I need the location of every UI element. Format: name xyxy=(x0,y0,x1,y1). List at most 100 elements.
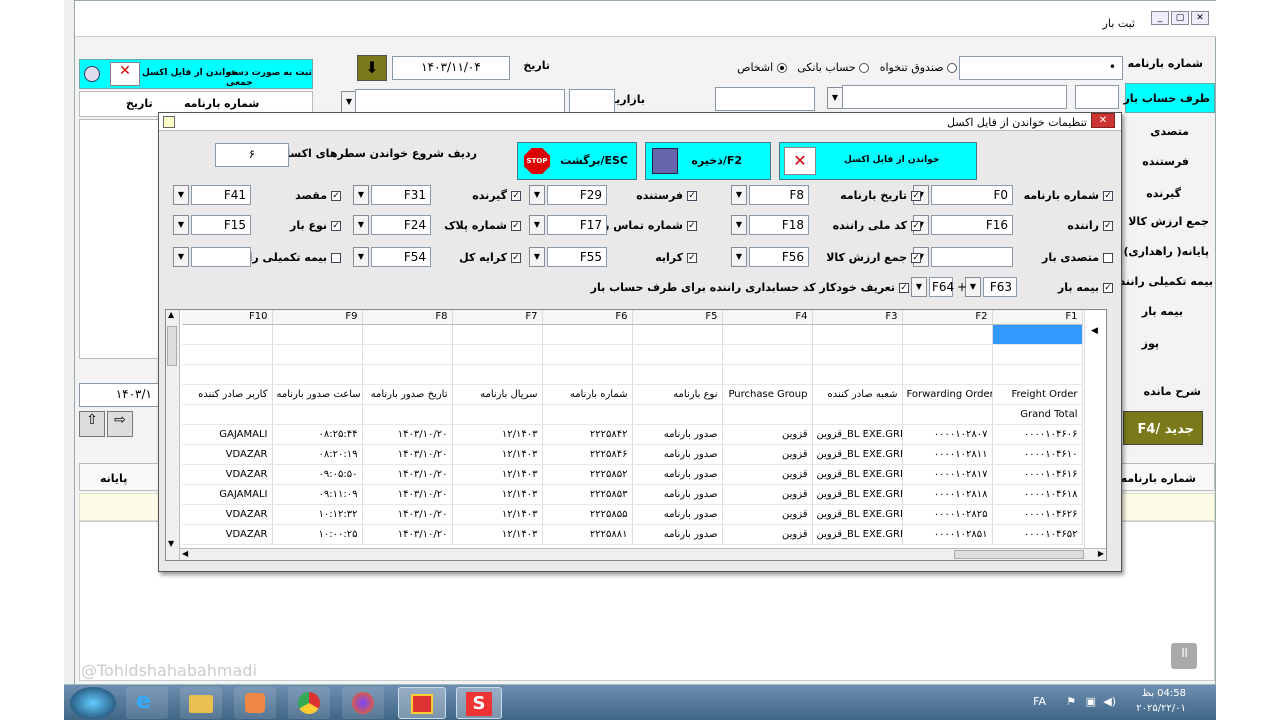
table-row[interactable] xyxy=(182,324,1083,345)
grid-cell[interactable] xyxy=(632,324,723,345)
field-column-select[interactable]: ▼ F18 xyxy=(731,215,809,235)
grid-cell[interactable]: قزوین_BL EXE.GRP xyxy=(812,484,903,505)
field-checkbox[interactable]: ✓ xyxy=(1103,220,1113,231)
language-indicator[interactable]: FA xyxy=(1033,695,1046,708)
read-excel-button[interactable]: ✕ خواندن از فایل اکسل xyxy=(779,142,977,180)
up-arrow-icon[interactable]: ⇧ xyxy=(79,411,105,437)
field-checkbox[interactable]: ✓ xyxy=(511,252,521,263)
chevron-down-icon[interactable]: ▼ xyxy=(173,215,189,235)
grid-cell[interactable] xyxy=(902,364,993,385)
grid-cell[interactable]: نوع بارنامه xyxy=(632,384,723,405)
grid-cell[interactable]: ۱۴۰۳/۱۰/۲۰ xyxy=(362,484,453,505)
chevron-down-icon[interactable]: ▼ xyxy=(353,185,369,205)
field-column-select[interactable]: ▼ F55 xyxy=(529,247,607,267)
grid-cell[interactable]: ۲۲۲۵۸۵۳ xyxy=(542,484,633,505)
start-row-input[interactable]: ۶ xyxy=(215,143,289,167)
grid-column-header[interactable]: F2 xyxy=(902,310,993,325)
firefox-icon[interactable] xyxy=(342,687,384,719)
chevron-down-icon[interactable]: ▼ xyxy=(731,185,747,205)
grid-cell[interactable] xyxy=(182,364,273,385)
grid-cell[interactable]: صدور بارنامه xyxy=(632,444,723,465)
grid-cell[interactable]: ۲۲۲۵۸۵۵ xyxy=(542,504,633,525)
date-input[interactable]: ۱۴۰۳/۱۱/۰۴ xyxy=(392,56,510,80)
new-button[interactable]: جدید /F4 xyxy=(1123,411,1203,445)
chevron-down-icon[interactable]: ▼ xyxy=(529,185,545,205)
grid-cell[interactable]: VDAZAR xyxy=(182,504,273,525)
grid-cell[interactable]: ساعت صدور بارنامه xyxy=(272,384,363,405)
field-checkbox[interactable]: ✓ xyxy=(687,190,697,201)
grid-cell[interactable] xyxy=(722,364,813,385)
chevron-down-icon[interactable]: ▼ xyxy=(731,247,747,267)
horizontal-scrollbar[interactable]: ◀ ▶ xyxy=(180,548,1106,560)
screen-recorder-icon[interactable]: S xyxy=(456,687,502,719)
grid-cell[interactable]: ۱۲/۱۴۰۳ xyxy=(452,484,543,505)
grid-cell[interactable] xyxy=(362,404,453,425)
field-checkbox[interactable] xyxy=(331,252,341,263)
grid-cell[interactable]: قزوین xyxy=(722,444,813,465)
account-side-code[interactable] xyxy=(1075,85,1119,109)
table-row[interactable]: GAJAMALI ۰۸:۲۵:۴۴ ۱۴۰۳/۱۰/۲۰ ۱۲/۱۴۰۳ ۲۲۲۵۸۴۲… xyxy=(182,424,1083,445)
grid-cell[interactable]: ۱۴۰۳/۱۰/۲۰ xyxy=(362,444,453,465)
field-checkbox[interactable]: ✓ xyxy=(911,220,921,231)
grid-cell[interactable] xyxy=(272,344,363,365)
field-column-select[interactable]: ▼ F0 xyxy=(913,185,1013,205)
grid-cell[interactable]: قزوین_BL EXE.GRP xyxy=(812,504,903,525)
grid-cell[interactable]: ۱۲/۱۴۰۳ xyxy=(452,524,543,545)
left-date-input[interactable]: ۱۴۰۳/۱ xyxy=(79,383,159,407)
chevron-down-icon[interactable]: ▼ xyxy=(173,247,189,267)
grid-cell[interactable] xyxy=(452,344,543,365)
left-list[interactable] xyxy=(79,119,169,359)
field-checkbox[interactable]: ✓ xyxy=(331,220,341,231)
field-option[interactable]: ✓ بیمه بار xyxy=(1058,281,1113,294)
grid-cell[interactable]: صدور بارنامه xyxy=(632,484,723,505)
grid-cell[interactable] xyxy=(722,324,813,345)
field-column-select[interactable]: ▼ F15 xyxy=(173,215,251,235)
field-column-select[interactable]: ▼ F56 xyxy=(731,247,809,267)
field-option[interactable]: ✓ کد ملی راننده xyxy=(833,219,921,232)
grid-cell[interactable] xyxy=(992,364,1083,385)
plus-field[interactable]: ▼ F64 + xyxy=(911,277,967,297)
grid-cell[interactable]: ۰۰۰۰۱۰۴۶۱۸ xyxy=(992,484,1083,505)
field-option[interactable]: ✓ مقصد xyxy=(295,189,341,202)
grid-cell[interactable]: VDAZAR xyxy=(182,444,273,465)
grid-cell[interactable] xyxy=(632,404,723,425)
field-column-select[interactable]: ▼ F17 xyxy=(529,215,607,235)
minimize-icon[interactable]: _ xyxy=(1151,11,1169,25)
grid-cell[interactable] xyxy=(182,344,273,365)
grid-cell[interactable] xyxy=(362,344,453,365)
grid-cell[interactable] xyxy=(452,364,543,385)
table-row[interactable]: VDAZAR ۰۹:۰۵:۵۰ ۱۴۰۳/۱۰/۲۰ ۱۲/۱۴۰۳ ۲۲۲۵۸۵۲ صد… xyxy=(182,464,1083,485)
grid-cell[interactable]: ۰۰۰۰۱۰۲۸۱۱ xyxy=(902,444,993,465)
grid-cell[interactable]: ۰۰۰۰۱۰۴۶۰۶ xyxy=(992,424,1083,445)
grid-cell[interactable] xyxy=(272,404,363,425)
grid-cell[interactable]: Grand Total xyxy=(992,404,1083,425)
field-option[interactable]: ✓ گیرنده xyxy=(472,189,521,202)
grid-cell[interactable]: ۰۸:۲۰:۱۹ xyxy=(272,444,363,465)
field-column-select[interactable]: ▼ xyxy=(173,247,251,267)
grid-cell[interactable]: GAJAMALI xyxy=(182,424,273,445)
field-checkbox[interactable]: ✓ xyxy=(1103,282,1113,293)
grid-cell[interactable] xyxy=(272,364,363,385)
grid-cell[interactable]: ۲۲۲۵۸۴۶ xyxy=(542,444,633,465)
grid-cell[interactable]: ۰۰۰۰۱۰۲۸۲۵ xyxy=(902,504,993,525)
grid-cell[interactable]: VDAZAR xyxy=(182,524,273,545)
field-column-select[interactable]: ▼ F8 xyxy=(731,185,809,205)
grid-cell[interactable]: ۱۲/۱۴۰۳ xyxy=(452,464,543,485)
grid-cell[interactable] xyxy=(812,344,903,365)
grid-cell[interactable]: قزوین xyxy=(722,464,813,485)
grid-cell[interactable] xyxy=(902,324,993,345)
grid-cell[interactable]: ۱۲/۱۴۰۳ xyxy=(452,504,543,525)
grid-cell[interactable] xyxy=(272,324,363,345)
marketer-code[interactable] xyxy=(569,89,615,113)
marketer-input[interactable] xyxy=(355,89,565,113)
grid-cell[interactable]: قزوین xyxy=(722,524,813,545)
grid-cell[interactable]: ۱۴۰۳/۱۰/۲۰ xyxy=(362,504,453,525)
grid-cell[interactable]: قزوین_BL EXE.GRP xyxy=(812,464,903,485)
grid-cell[interactable]: Freight Order xyxy=(992,384,1083,405)
close-icon[interactable]: ✕ xyxy=(1091,113,1115,128)
table-row[interactable] xyxy=(182,364,1083,385)
field-checkbox[interactable]: ✓ xyxy=(511,190,521,201)
grid-cell[interactable]: قزوین xyxy=(722,504,813,525)
grid-column-header[interactable]: F7 xyxy=(452,310,543,325)
chevron-down-icon[interactable]: ▼ xyxy=(529,215,545,235)
